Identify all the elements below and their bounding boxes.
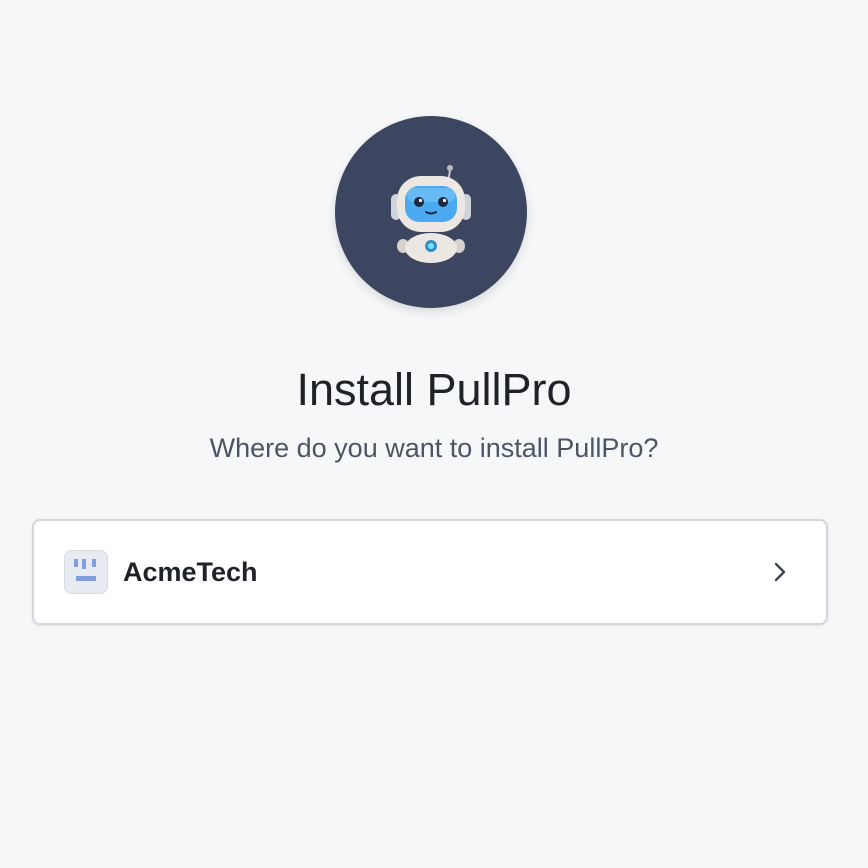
account-name: AcmeTech	[123, 556, 258, 587]
robot-icon	[381, 160, 481, 264]
chevron-right-icon	[772, 560, 788, 584]
account-option-acmetech[interactable]: AcmeTech	[32, 519, 828, 625]
page-subtitle: Where do you want to install PullPro?	[209, 433, 659, 463]
page-title: Install PullPro	[296, 364, 572, 415]
identicon-icon	[64, 550, 108, 594]
install-page: Install PullPro Where do you want to ins…	[0, 0, 868, 868]
app-avatar	[335, 116, 527, 308]
